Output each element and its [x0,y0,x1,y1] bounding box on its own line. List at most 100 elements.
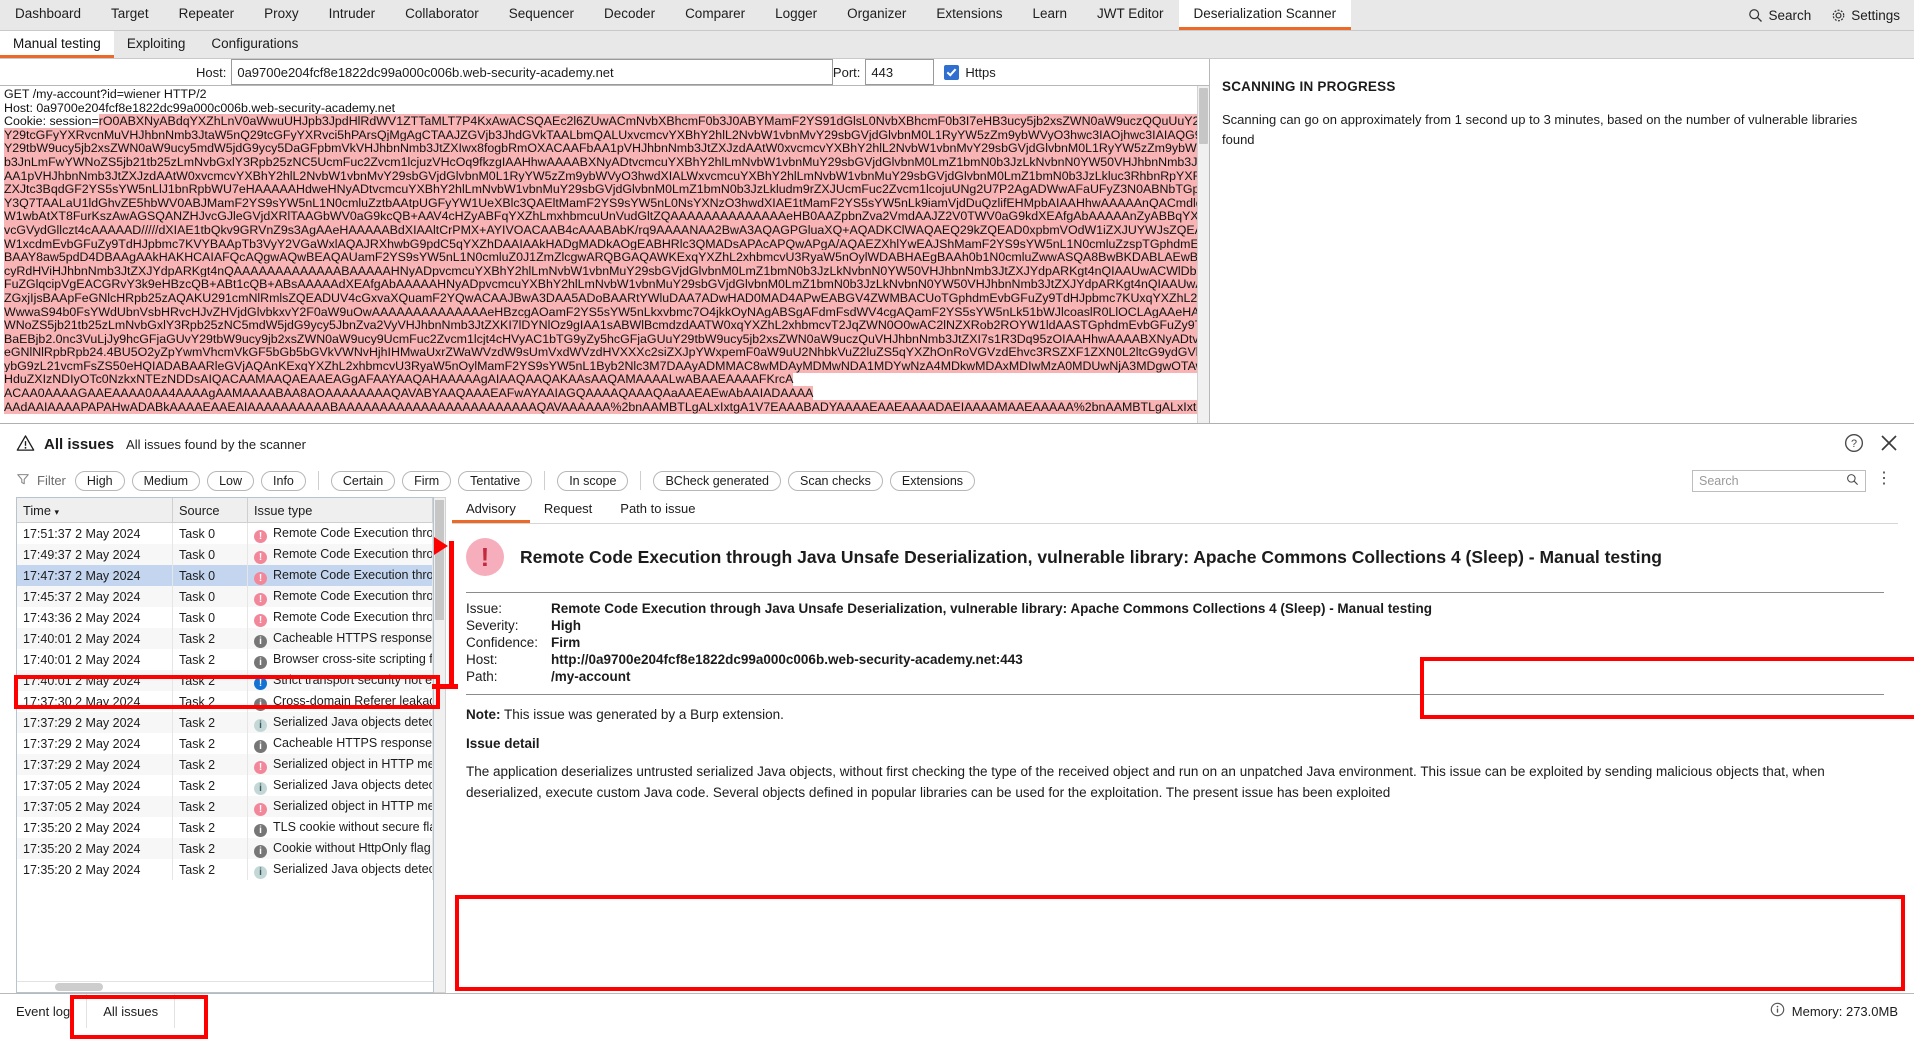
tab-label: Collaborator [405,6,479,21]
filter-pill-medium[interactable]: Medium [131,470,201,491]
cell-source: Task 2 [172,838,248,859]
issues-table-body: 17:51:37 2 May 2024 Task 0! Remote Code Ex… [17,522,433,880]
issue-type-label: Cookie without HttpOnly flag set [273,841,432,855]
issues-overflow-menu-icon[interactable]: ⋮ [1876,471,1892,487]
scrollbar-thumb[interactable] [55,983,103,991]
severity-info-icon: i [254,656,267,669]
cell-issue-type: i Serialized Java objects detected (encod… [247,712,433,733]
table-row[interactable]: 17:37:30 2 May 2024 Task 2 i Cross-domain R… [17,691,433,712]
issue-type-label: TLS cookie without secure flag set [273,820,432,834]
field-value-path: /my-account [551,669,631,684]
main-tab-intruder[interactable]: Intruder [314,0,391,30]
main-tab-sequencer[interactable]: Sequencer [494,0,589,30]
main-tab-collaborator[interactable]: Collaborator [390,0,494,30]
table-row[interactable]: 17:37:29 2 May 2024 Task 2 i Cacheable HTTP… [17,733,433,754]
main-tab-learn[interactable]: Learn [1017,0,1082,30]
table-row[interactable]: 17:43:36 2 May 2024 Task 0! Remote Code Ex… [17,607,433,628]
field-label-host: Host: [466,652,498,667]
subtab-exploiting[interactable]: Exploiting [114,31,199,58]
severity-high-icon: ! [254,761,267,774]
table-row[interactable]: 17:51:37 2 May 2024 Task 0! Remote Code Ex… [17,522,433,544]
main-tab-proxy[interactable]: Proxy [249,0,314,30]
severity-high-icon: ! [254,614,267,627]
cell-source: Task 2 [172,649,248,670]
filter-pill-scan-checks[interactable]: Scan checks [788,470,883,491]
main-tab-jwt-editor[interactable]: JWT Editor [1082,0,1179,30]
subtab-configurations[interactable]: Configurations [198,31,311,58]
severity-high-icon: ! [254,551,267,564]
host-input[interactable]: 0a9700e204fcf8e1822dc99a000c006b.web-sec… [231,59,833,85]
severity-high-icon: ! [254,530,267,543]
table-row[interactable]: 17:35:20 2 May 2024 Task 2 i TLS cookie wit… [17,817,433,838]
settings-button[interactable]: Settings [1823,8,1908,23]
issue-type-label: Remote Code Execution through Java Un [273,526,432,540]
table-row[interactable]: 17:35:20 2 May 2024 Task 2 i Serialized Jav… [17,859,433,880]
main-tab-decoder[interactable]: Decoder [589,0,670,30]
search-icon[interactable] [1846,473,1859,489]
filter-pill-low[interactable]: Low [207,470,255,491]
issues-horizontal-scrollbar[interactable] [17,981,433,992]
cell-issue-type: ! Remote Code Execution through Java Un [247,607,433,628]
filter-pill-firm[interactable]: Firm [402,470,452,491]
tab-advisory[interactable]: Advisory [452,497,530,523]
main-tab-dashboard[interactable]: Dashboard [0,0,96,30]
issues-table-scroll[interactable]: Time ▾ Source Issue type 17:51:37 2 May … [17,498,433,981]
filter-pill-certain[interactable]: Certain [330,470,396,491]
bottom-tab-event-log[interactable]: Event log [0,994,88,1028]
main-tab-repeater[interactable]: Repeater [164,0,250,30]
tab-label: Proxy [264,6,299,21]
annotation-pointer-line [432,684,458,689]
table-row[interactable]: 17:37:29 2 May 2024 Task 2 i Serialized Jav… [17,712,433,733]
table-row[interactable]: 17:45:37 2 May 2024 Task 0! Remote Code Ex… [17,586,433,607]
filter-pill-info[interactable]: Info [261,470,306,491]
subtab-manual-testing[interactable]: Manual testing [0,31,114,58]
bottom-tab-all-issues[interactable]: All issues [87,994,176,1028]
help-icon[interactable]: ? [1844,433,1864,456]
table-row[interactable]: 17:40:01 2 May 2024 Task 2! Strict transpo… [17,670,433,691]
subtab-filler [311,31,1914,58]
main-tab-comparer[interactable]: Comparer [670,0,760,30]
main-tab-logger[interactable]: Logger [760,0,832,30]
filter-pill-high[interactable]: High [74,470,125,491]
issue-type-label: Strict transport security not enforced [273,673,433,687]
advisory-fields: Issue: Remote Code Execution through Jav… [466,601,1884,684]
severity-info-icon: i [254,698,267,711]
https-checkbox[interactable]: Https [934,59,996,85]
table-row[interactable]: 17:47:37 2 May 2024 Task 0! Remote Code Ex… [17,565,433,586]
cell-source: Task 0 [172,522,248,544]
cell-time: 17:40:01 2 May 2024 [17,628,173,649]
scanner-subtab-bar: Manual testing Exploiting Configurations [0,31,1914,59]
search-button[interactable]: Search [1740,8,1819,23]
table-row[interactable]: 17:37:29 2 May 2024 Task 2! Serialized obj… [17,754,433,775]
issues-vertical-scrollbar[interactable] [434,497,446,993]
table-row[interactable]: 17:37:05 2 May 2024 Task 2 i Serialized Jav… [17,775,433,796]
filter-pill-in-scope[interactable]: In scope [557,470,629,491]
tab-path-to-issue[interactable]: Path to issue [606,497,709,523]
tab-request[interactable]: Request [530,497,606,523]
request-vertical-scrollbar[interactable] [1197,86,1209,423]
column-header-time[interactable]: Time ▾ [17,498,173,523]
column-header-source[interactable]: Source [172,498,248,523]
severity-info-icon: i [254,845,267,858]
filter-pill-tentative[interactable]: Tentative [458,470,533,491]
filter-pill-extensions[interactable]: Extensions [889,470,976,491]
main-tab-extensions[interactable]: Extensions [921,0,1017,30]
issues-search-box[interactable]: Search [1692,470,1866,492]
table-row[interactable]: 17:40:01 2 May 2024 Task 2 i Cacheable HTTP… [17,628,433,649]
table-row[interactable]: 17:35:20 2 May 2024 Task 2 i Cookie without… [17,838,433,859]
main-tab-target[interactable]: Target [96,0,164,30]
request-text-pane[interactable]: GET /my-account?id=wiener HTTP/2 Host: 0… [0,86,1209,423]
request-cookie-label: Cookie: session= [4,114,99,129]
table-row[interactable]: 17:37:05 2 May 2024 Task 2! Serialized obj… [17,796,433,817]
close-icon[interactable] [1878,432,1900,457]
port-input[interactable]: 443 [865,59,935,85]
scrollbar-thumb[interactable] [435,500,444,620]
filter-pill-bcheck-generated[interactable]: BCheck generated [653,470,782,491]
main-tab-organizer[interactable]: Organizer [832,0,921,30]
table-row[interactable]: 17:40:01 2 May 2024 Task 2 i Browser cross-… [17,649,433,670]
main-tab-deserialization-scanner[interactable]: Deserialization Scanner [1178,0,1352,30]
table-row[interactable]: 17:49:37 2 May 2024 Task 0! Remote Code Ex… [17,544,433,565]
column-header-issue-type[interactable]: Issue type [247,498,433,523]
cell-time: 17:35:20 2 May 2024 [17,817,173,838]
scrollbar-thumb[interactable] [1199,88,1208,144]
